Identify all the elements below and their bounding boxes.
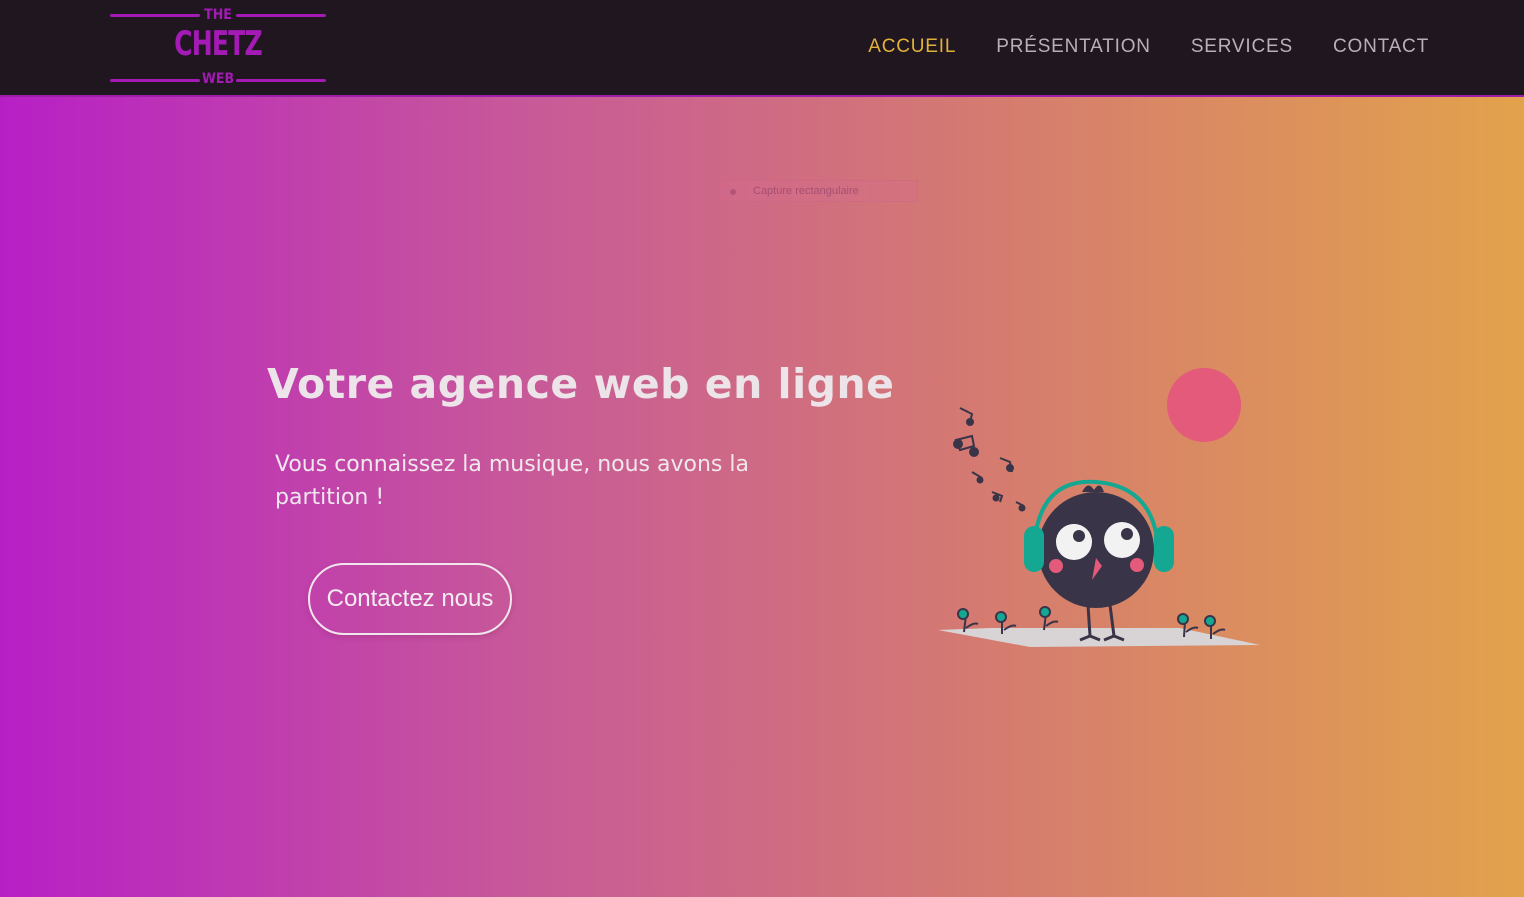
music-notes-icon [953, 407, 1026, 512]
sun-circle [1167, 368, 1241, 442]
snip-label: Capture rectangulaire [753, 185, 859, 197]
bird-with-headphones-illustration [938, 368, 1260, 647]
headphone-left-cup [1024, 526, 1044, 572]
main-nav: ACCUEIL PRÉSENTATION SERVICES CONTACT [868, 36, 1429, 58]
nav-item-presentation[interactable]: PRÉSENTATION [996, 36, 1151, 58]
nav-item-services[interactable]: SERVICES [1191, 36, 1293, 58]
logo-line [110, 14, 200, 17]
hero-subtitle: Vous connaissez la musique, nous avons l… [275, 452, 749, 510]
logo-bottom-text: WEB [201, 71, 235, 87]
hero-title: Votre agence web en ligne [267, 360, 895, 408]
logo-line [236, 79, 326, 82]
headphone-right-cup [1154, 526, 1174, 572]
snipping-tool-overlay[interactable]: Capture rectangulaire [719, 180, 918, 202]
logo-top-text: THE [204, 7, 232, 23]
logo[interactable]: THE CHETZ WEB [110, 4, 326, 90]
header-bar: THE CHETZ WEB ACCUEIL PRÉSENTATION SERVI… [0, 0, 1524, 97]
nav-item-accueil[interactable]: ACCUEIL [868, 36, 956, 58]
logo-main-text: CHETZ [174, 24, 263, 64]
nav-item-contact[interactable]: CONTACT [1333, 36, 1429, 58]
logo-line [110, 79, 200, 82]
snip-icon [730, 189, 736, 195]
logo-line [236, 14, 326, 17]
contact-button[interactable]: Contactez nous [308, 563, 512, 635]
